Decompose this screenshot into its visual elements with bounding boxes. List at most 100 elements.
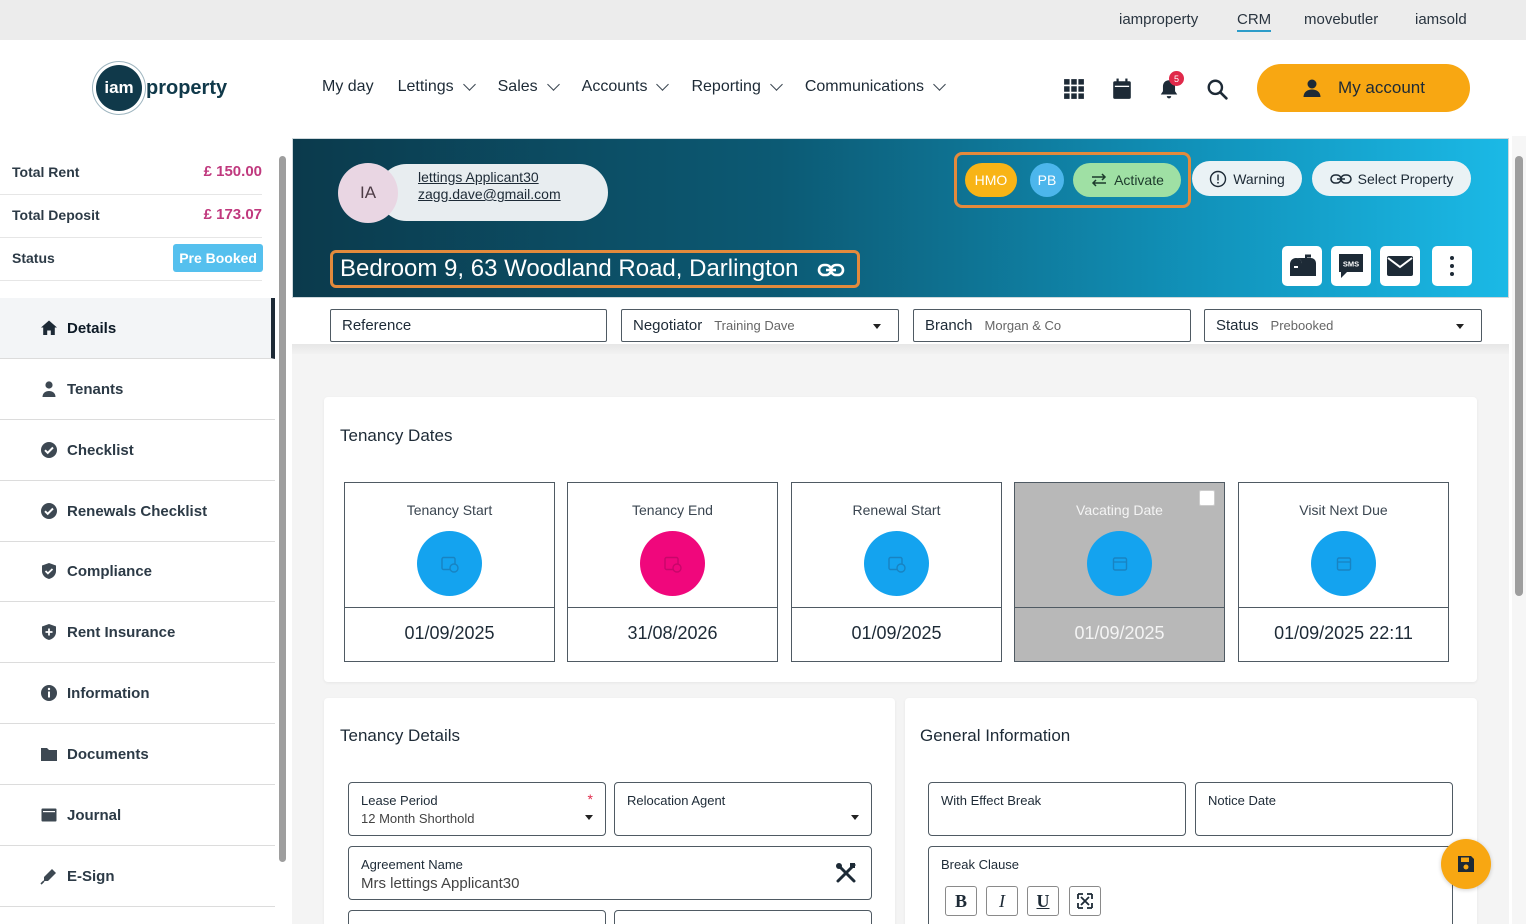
italic-button[interactable]: I [986, 886, 1018, 916]
nav-accounts[interactable]: Accounts [581, 78, 670, 96]
link-icon[interactable] [817, 260, 845, 280]
my-account-button[interactable]: My account [1257, 64, 1470, 112]
dropdown-arrow-icon [1456, 324, 1464, 329]
mailbox-button[interactable] [1282, 246, 1322, 286]
folder-icon [41, 748, 57, 761]
nav-reporting[interactable]: Reporting [691, 78, 783, 96]
sidebar-item-tenants[interactable]: Tenants [0, 359, 275, 420]
nav-lettings[interactable]: Lettings [397, 78, 476, 96]
scrollbar-thumb[interactable] [1515, 156, 1523, 596]
sms-button[interactable]: SMS [1331, 246, 1371, 286]
info-icon [41, 685, 57, 701]
property-address: Bedroom 9, 63 Woodland Road, Darlington [330, 250, 860, 288]
total-deposit-value: £ 173.07 [203, 206, 262, 223]
applicant-email-link[interactable]: zagg.dave@gmail.com [418, 186, 561, 202]
toplink-crm[interactable]: CRM [1237, 11, 1272, 32]
sidebar-item-e-sign[interactable]: E-Sign [0, 846, 275, 907]
general-information-title: General Information [920, 726, 1071, 745]
envelope-icon [1387, 256, 1413, 276]
nav-my-day[interactable]: My day [322, 78, 374, 96]
nav-sales[interactable]: Sales [498, 78, 560, 96]
negotiator-label: Negotiator [633, 317, 703, 334]
sidebar-item-compliance[interactable]: Compliance [0, 541, 275, 602]
fullscreen-button[interactable] [1069, 886, 1101, 916]
divider [0, 280, 262, 281]
notice-date-label: Notice Date [1208, 793, 1276, 808]
warning-label: Warning [1233, 170, 1285, 187]
date-label: Tenancy Start [406, 502, 493, 518]
tenancy-field[interactable] [614, 910, 872, 924]
apps-grid-icon[interactable] [1063, 78, 1085, 100]
tenancy-end-box[interactable]: Tenancy End 31/08/2026 [567, 482, 778, 662]
applicant-name-link[interactable]: lettings Applicant30 [418, 169, 539, 185]
activate-label: Activate [1114, 172, 1164, 188]
pb-tag[interactable]: PB [1030, 163, 1064, 197]
renewal-start-box[interactable]: Renewal Start 01/09/2025 [791, 482, 1002, 662]
status-badge: Pre Booked [173, 244, 263, 272]
applicant-chip[interactable]: IA lettings Applicant30 zagg.dave@gmail.… [338, 163, 610, 223]
bold-button[interactable]: B [945, 886, 977, 916]
date-value: 01/09/2025 22:11 [1274, 623, 1413, 643]
branch-field[interactable]: Branch Morgan & Co [913, 309, 1191, 342]
notice-date-field[interactable]: Notice Date [1195, 782, 1453, 836]
logo[interactable]: iam property [96, 65, 227, 111]
agreement-name-value: Mrs lettings Applicant30 [361, 875, 520, 892]
reference-field[interactable]: Reference [330, 309, 607, 342]
chevron-down-icon [933, 78, 946, 91]
tools-icon[interactable] [835, 862, 857, 884]
sidebar-item-label: E-Sign [67, 867, 115, 885]
calendar-clock-icon [417, 531, 482, 596]
sidebar-item-renewals-checklist[interactable]: Renewals Checklist [0, 481, 275, 542]
negotiator-select[interactable]: Negotiator Training Dave [621, 309, 899, 342]
search-icon[interactable] [1206, 78, 1228, 100]
nav-communications[interactable]: Communications [804, 78, 946, 96]
sidebar-item-label: Documents [67, 745, 149, 763]
tenancy-start-box[interactable]: Tenancy Start 01/09/2025 [344, 482, 555, 662]
email-button[interactable] [1380, 246, 1420, 286]
date-value: 01/09/2025 [1074, 623, 1165, 643]
agreement-name-field[interactable]: Agreement Name Mrs lettings Applicant30 [348, 846, 872, 900]
visit-next-due-box[interactable]: Visit Next Due 01/09/2025 22:11 [1238, 482, 1449, 662]
sidebar-item-details[interactable]: Details [0, 298, 275, 359]
lease-period-select[interactable]: Lease Period * 12 Month Shorthold [348, 782, 606, 836]
sidebar-item-information[interactable]: Information [0, 663, 275, 724]
more-options-button[interactable] [1432, 246, 1472, 286]
toplink-iamsold[interactable]: iamsold [1415, 11, 1467, 28]
date-label: Tenancy End [632, 502, 713, 518]
warning-button[interactable]: Warning [1192, 161, 1302, 196]
activate-button[interactable]: Activate [1073, 163, 1181, 197]
sidebar-item-journal[interactable]: Journal [0, 785, 275, 846]
sidebar-item-checklist[interactable]: Checklist [0, 420, 275, 481]
tenancy-field[interactable] [348, 910, 606, 924]
status-label: Status [12, 250, 55, 266]
status-select[interactable]: Status Prebooked [1204, 309, 1482, 342]
nav-label: Lettings [397, 78, 454, 95]
save-icon [1458, 856, 1474, 872]
link-icon [1329, 173, 1352, 184]
sidebar-scrollbar[interactable] [278, 146, 288, 920]
top-strip: iamproperty CRM movebutler iamsold [0, 0, 1526, 40]
page-scrollbar[interactable] [1512, 136, 1526, 924]
sidebar-item-rent-insurance[interactable]: Rent Insurance [0, 602, 275, 663]
save-button[interactable] [1441, 839, 1491, 889]
sidebar-item-documents[interactable]: Documents [0, 724, 275, 785]
check-circle-icon [41, 503, 57, 519]
toplink-iamproperty[interactable]: iamproperty [1119, 11, 1198, 28]
nav-label: Communications [804, 78, 924, 95]
vacating-date-checkbox[interactable] [1199, 490, 1215, 506]
dropdown-arrow-icon [585, 815, 593, 820]
nav-label: Accounts [581, 78, 648, 95]
toplink-movebutler[interactable]: movebutler [1304, 11, 1378, 28]
calendar-icon[interactable] [1111, 78, 1133, 100]
hmo-tag[interactable]: HMO [965, 163, 1017, 197]
underline-button[interactable]: U [1027, 886, 1059, 916]
with-effect-break-field[interactable]: With Effect Break [928, 782, 1186, 836]
relocation-agent-select[interactable]: Relocation Agent [614, 782, 872, 836]
date-value: 01/09/2025 [404, 623, 495, 643]
status-label: Status [1216, 317, 1259, 334]
scrollbar-thumb[interactable] [279, 156, 286, 862]
calendar-icon [1087, 531, 1152, 596]
date-label: Vacating Date [1076, 502, 1163, 518]
select-property-button[interactable]: Select Property [1312, 161, 1471, 196]
vacating-date-box[interactable]: Vacating Date 01/09/2025 [1014, 482, 1225, 662]
